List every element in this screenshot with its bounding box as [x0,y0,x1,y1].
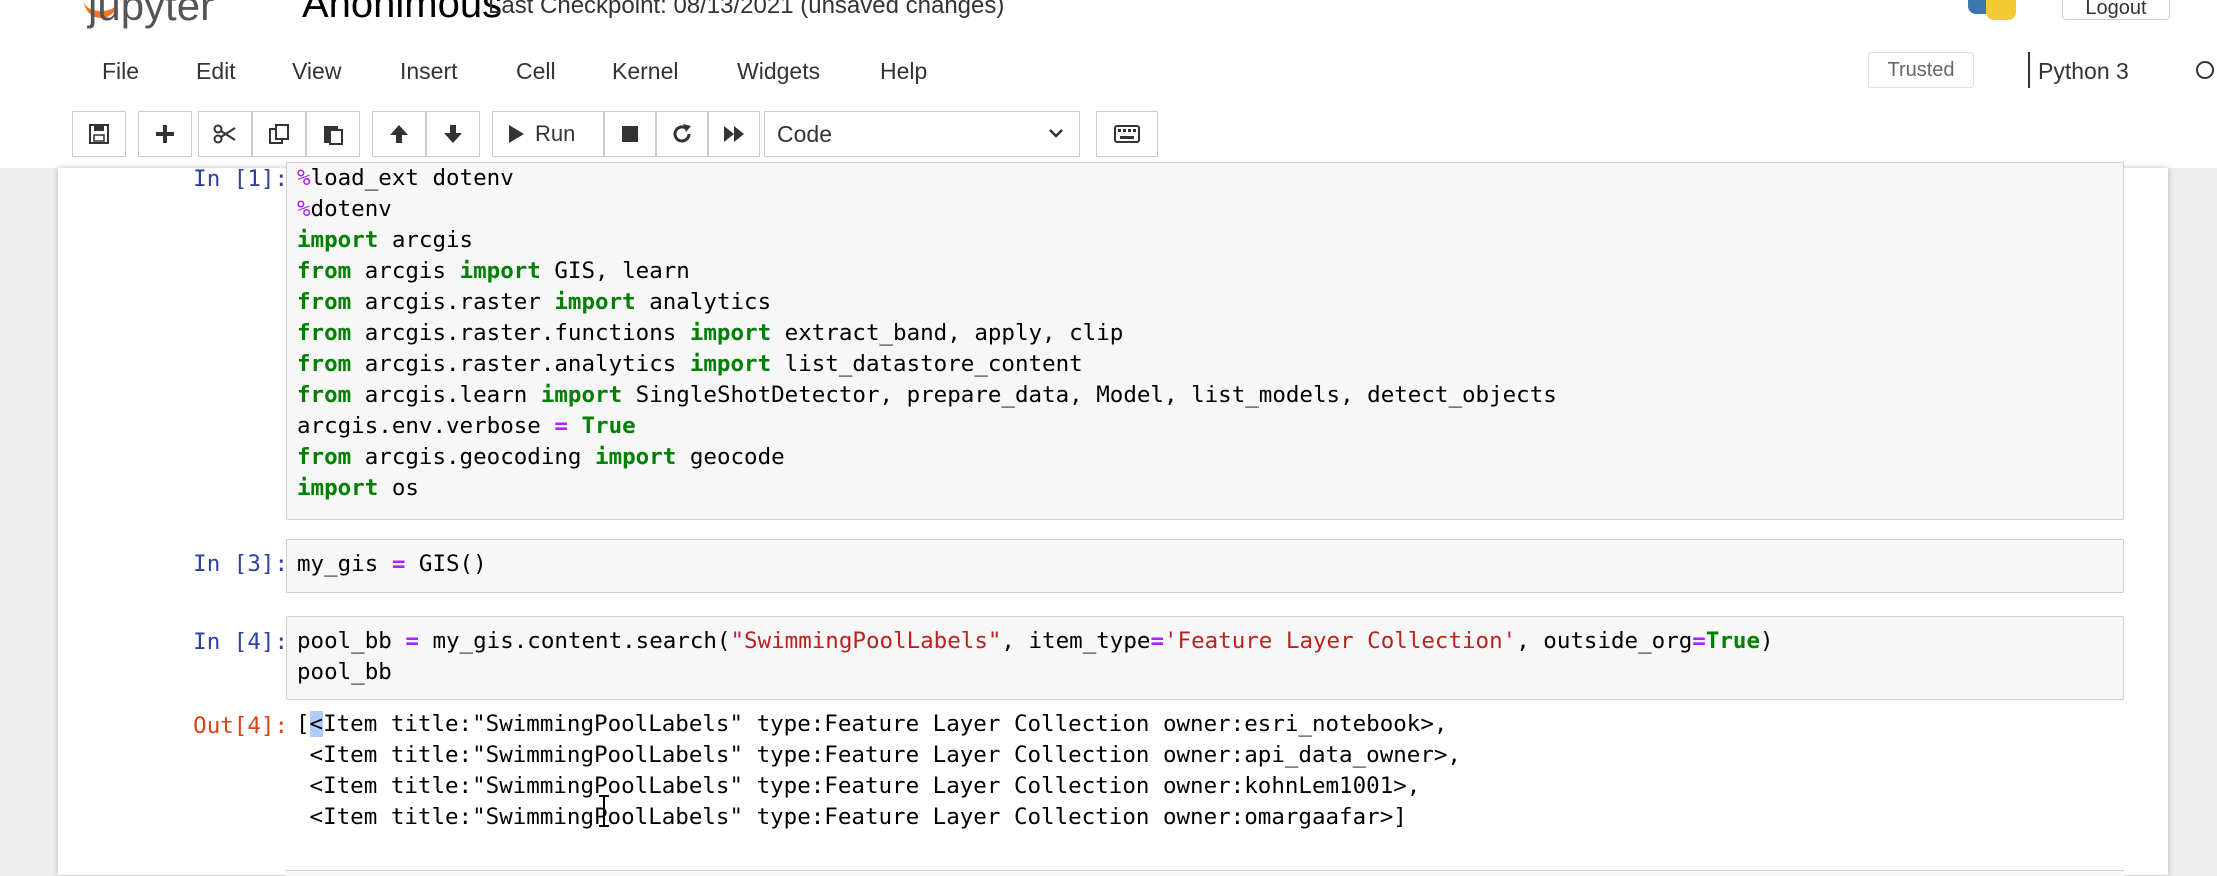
output-line: [<Item title:"SwimmingPoolLabels" type:F… [296,711,1448,737]
restart-icon [673,124,691,143]
code-line: arcgis.env.verbose = True [297,413,636,439]
code-cell-input[interactable]: %load_ext dotenv %dotenv import arcgis f… [286,162,2124,520]
copy-icon [269,124,289,144]
cut-button[interactable] [198,111,252,157]
input-prompt: In [1]: [193,166,288,192]
copy-button[interactable] [252,111,306,157]
output-line: <Item title:"SwimmingPoolLabels" type:Fe… [296,804,1407,830]
notebook-name[interactable]: Anonimous [302,0,502,27]
toolbar: Run Code [72,111,2052,157]
move-up-button[interactable] [372,111,426,157]
code-line: from arcgis.geocoding import geocode [297,444,785,470]
input-prompt: In [3]: [193,551,288,577]
insert-cell-button[interactable] [138,111,192,157]
menu-edit[interactable]: Edit [196,58,236,85]
restart-kernel-button[interactable] [656,111,708,157]
menu-cell[interactable]: Cell [516,58,556,85]
run-label: Run [535,121,576,146]
code-line: %load_ext dotenv [297,165,514,191]
kernel-name[interactable]: Python 3 [2038,58,2129,85]
code-line: from arcgis.raster import analytics [297,289,772,315]
kernel-idle-indicator-icon [2196,61,2214,79]
code-editor[interactable]: pool_bb = my_gis.content.search("Swimmin… [297,626,1774,688]
menu-widgets[interactable]: Widgets [737,58,820,85]
code-line: import os [297,475,419,501]
logout-button[interactable]: Logout [2062,0,2170,20]
output-line: <Item title:"SwimmingPoolLabels" type:Fe… [296,742,1461,768]
code-cell-input[interactable]: pool_bb = my_gis.content.search("Swimmin… [286,616,2124,700]
save-button[interactable] [72,111,126,157]
trusted-badge[interactable]: Trusted [1868,52,1974,88]
code-line: pool_bb [297,659,392,685]
code-line: from arcgis.raster.functions import extr… [297,320,1124,346]
input-prompt: In [4]: [193,629,288,655]
move-down-button[interactable] [426,111,480,157]
interrupt-kernel-button[interactable] [604,111,656,157]
menu-file[interactable]: File [102,58,139,85]
code-editor[interactable]: %load_ext dotenv %dotenv import arcgis f… [297,163,1557,504]
notebook-container: In [1]: %load_ext dotenv %dotenv import … [58,162,2168,876]
menu-insert[interactable]: Insert [400,58,458,85]
notebook-header: jupyter Anonimous Last Checkpoint: 08/13… [0,0,2217,168]
scissors-icon [213,124,236,144]
run-button[interactable]: Run [492,111,604,157]
code-line: from arcgis.raster.analytics import list… [297,351,1083,377]
arrow-up-icon [390,125,408,143]
cell-output: [<Item title:"SwimmingPoolLabels" type:F… [296,709,1461,833]
paste-icon [324,126,343,145]
code-line: %dotenv [297,196,392,222]
next-cell-edge[interactable] [286,870,2124,876]
cell-type-value: Code [777,120,832,147]
code-cell-input[interactable]: my_gis = GIS() [286,539,2124,593]
code-editor[interactable]: my_gis = GIS() [297,549,487,580]
checkpoint-status: Last Checkpoint: 08/13/2021 (unsaved cha… [488,0,1005,19]
save-icon [89,124,109,144]
code-line: from arcgis import GIS, learn [297,258,690,284]
header-top-bar: jupyter Anonimous Last Checkpoint: 08/13… [0,0,2217,40]
menubar: File Edit View Insert Cell Kernel Widget… [56,48,2214,94]
chevron-down-icon [1049,129,1063,138]
jupyter-logo-text[interactable]: jupyter [88,0,214,30]
code-line: pool_bb = my_gis.content.search("Swimmin… [297,628,1774,654]
run-icon [509,125,524,143]
restart-run-all-button[interactable] [708,111,760,157]
output-line: <Item title:"SwimmingPoolLabels" type:Fe… [296,773,1421,799]
text-cursor-icon [599,795,609,827]
code-line: import arcgis [297,227,474,253]
menu-help[interactable]: Help [880,58,927,85]
menu-view[interactable]: View [292,58,341,85]
cell-type-select[interactable]: Code [764,111,1080,157]
keyboard-icon [1114,125,1140,143]
arrow-down-icon [444,125,462,143]
code-line: from arcgis.learn import SingleShotDetec… [297,382,1557,408]
menu-kernel[interactable]: Kernel [612,58,678,85]
python-logo-icon [1968,0,2020,22]
plus-icon [156,125,174,143]
fast-forward-icon [724,126,744,142]
code-line: my_gis = GIS() [297,551,487,577]
output-prompt: Out[4]: [193,713,288,739]
kernel-divider [2028,52,2030,88]
paste-button[interactable] [306,111,360,157]
stop-icon [622,126,638,142]
command-palette-button[interactable] [1096,111,1158,157]
